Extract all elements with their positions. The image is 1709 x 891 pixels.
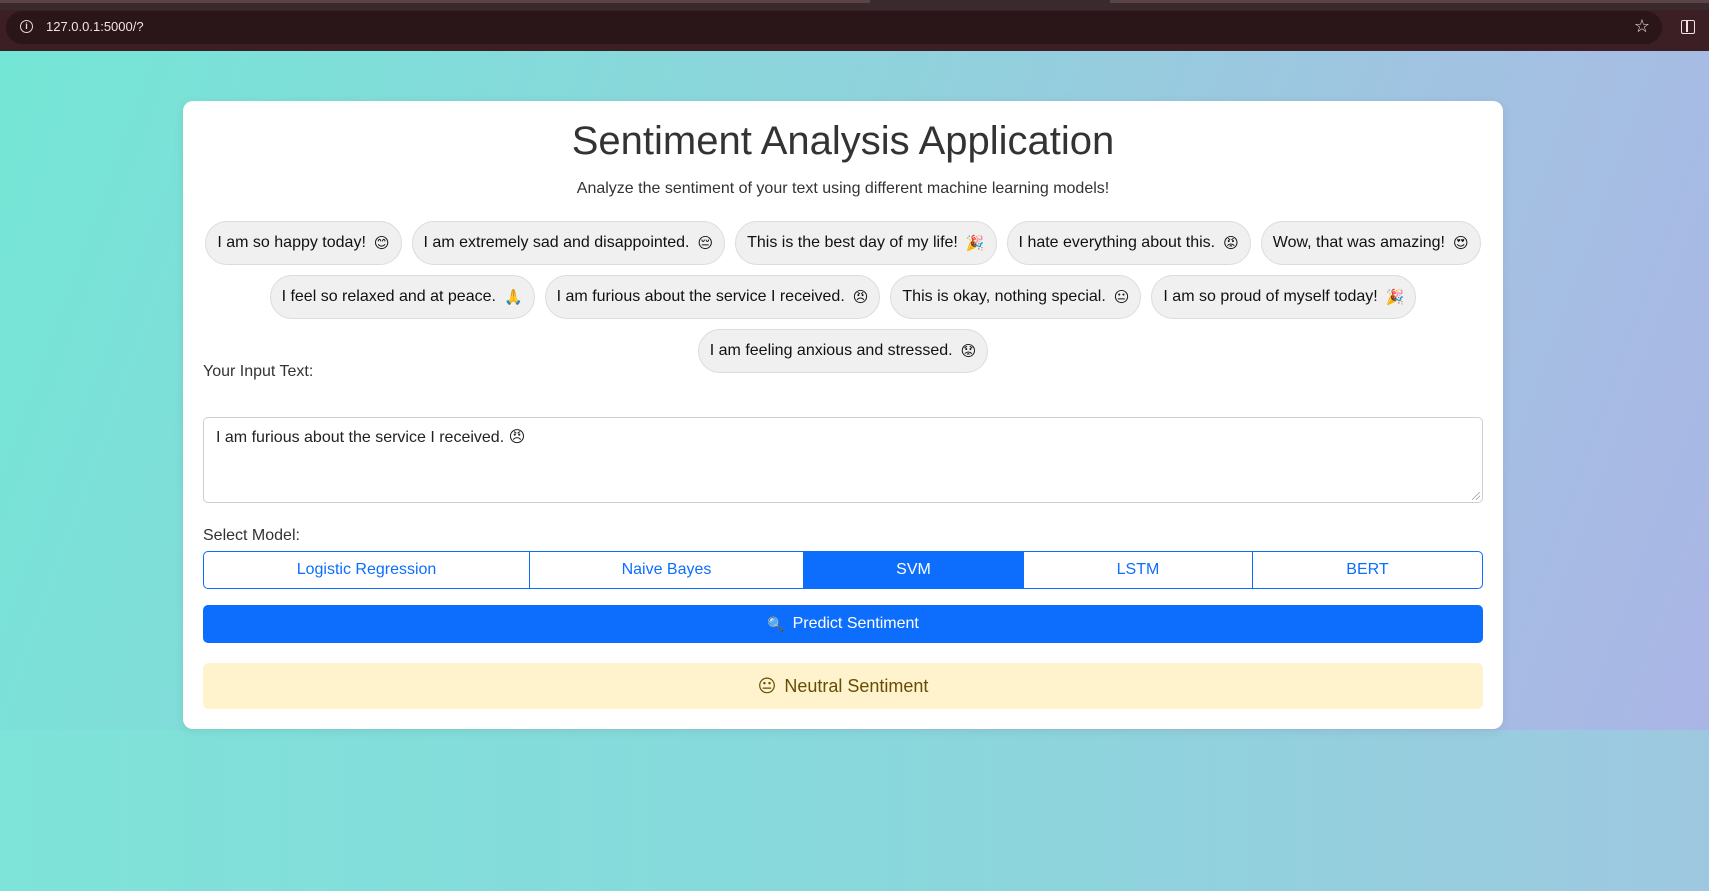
example-emoji: 😔 <box>697 235 714 252</box>
tab-shade <box>1110 0 1709 3</box>
example-chip[interactable]: I feel so relaxed and at peace. 🙏 <box>269 275 535 319</box>
side-panel-icon[interactable] <box>1681 20 1695 34</box>
example-text: I am furious about the service I receive… <box>556 288 845 305</box>
example-text: Wow, that was amazing! <box>1272 234 1445 251</box>
example-chip[interactable]: I am extremely sad and disappointed. 😔 <box>411 221 726 265</box>
example-text: I am so proud of myself today! <box>1163 288 1378 305</box>
page-background-lower <box>0 730 1709 891</box>
example-text: This is the best day of my life! <box>747 234 958 251</box>
example-chip[interactable]: I am feeling anxious and stressed. 😟 <box>697 329 989 373</box>
predict-label: Predict Sentiment <box>792 615 919 632</box>
page-title: Sentiment Analysis Application <box>571 119 1115 163</box>
example-emoji: 😍 <box>1453 235 1469 252</box>
browser-toolbar: i 127.0.0.1:5000/? ☆ <box>0 10 1709 51</box>
example-chip[interactable]: I am so happy today! 😊 <box>205 221 402 265</box>
example-emoji: 😡 <box>1223 235 1239 252</box>
input-value: I am furious about the service I receive… <box>216 429 526 446</box>
example-emoji: 😟 <box>960 343 977 360</box>
address-bar[interactable]: i 127.0.0.1:5000/? ☆ <box>6 11 1662 44</box>
neutral-face-icon: 😐 <box>757 675 777 696</box>
input-label: Your Input Text: <box>203 363 314 380</box>
example-emoji: 😐 <box>1113 289 1130 306</box>
example-text: I hate everything about this. <box>1018 234 1216 251</box>
example-text: I feel so relaxed and at peace. <box>281 288 496 305</box>
model-button-naive-bayes[interactable]: Naive Bayes <box>530 552 804 588</box>
tab-shade <box>0 0 870 3</box>
result-banner: 😐 Neutral Sentiment <box>203 663 1483 709</box>
model-button-lstm[interactable]: LSTM <box>1024 552 1253 588</box>
example-chip[interactable]: This is okay, nothing special. 😐 <box>890 275 1142 319</box>
example-emoji: 🎉 <box>1385 289 1405 306</box>
resize-handle[interactable] <box>1472 492 1480 500</box>
example-chip[interactable]: Wow, that was amazing! 😍 <box>1260 221 1481 265</box>
model-button-logistic-regression[interactable]: Logistic Regression <box>204 552 530 588</box>
page-subtitle: Analyze the sentiment of your text using… <box>576 180 1110 197</box>
star-icon[interactable]: ☆ <box>1634 16 1650 37</box>
example-emoji: 🎉 <box>965 235 985 252</box>
result-label: Neutral Sentiment <box>784 675 929 696</box>
browser-tab-strip <box>0 0 1709 10</box>
example-emoji: 😠 <box>852 289 869 306</box>
example-emoji: 🙏 <box>503 289 523 306</box>
app-card: Sentiment Analysis Application Analyze t… <box>183 101 1503 729</box>
text-input[interactable]: I am furious about the service I receive… <box>203 417 1483 503</box>
url-text[interactable]: 127.0.0.1:5000/? <box>46 19 144 34</box>
example-text: I am so happy today! <box>217 234 366 251</box>
page-viewport: Sentiment Analysis Application Analyze t… <box>0 51 1709 891</box>
model-selector: Logistic Regression Naive Bayes SVM LSTM… <box>203 551 1483 589</box>
example-chip[interactable]: This is the best day of my life! 🎉 <box>735 221 997 265</box>
example-chip[interactable]: I am furious about the service I receive… <box>544 275 881 319</box>
example-emoji: 😊 <box>373 235 390 252</box>
example-text: I am feeling anxious and stressed. <box>709 342 953 359</box>
example-text: This is okay, nothing special. <box>902 288 1106 305</box>
magnifier-icon: 🔍 <box>767 615 785 632</box>
model-label: Select Model: <box>203 527 300 544</box>
model-button-bert[interactable]: BERT <box>1253 552 1482 588</box>
predict-button[interactable]: 🔍 Predict Sentiment <box>203 605 1483 643</box>
model-button-svm[interactable]: SVM <box>804 552 1024 588</box>
example-text: I am extremely sad and disappointed. <box>423 234 690 251</box>
example-chip[interactable]: I hate everything about this. 😡 <box>1006 221 1251 265</box>
example-chip[interactable]: I am so proud of myself today! 🎉 <box>1151 275 1417 319</box>
info-icon[interactable]: i <box>20 20 33 33</box>
example-sentences: I am so happy today! 😊 I am extremely sad… <box>203 221 1483 373</box>
